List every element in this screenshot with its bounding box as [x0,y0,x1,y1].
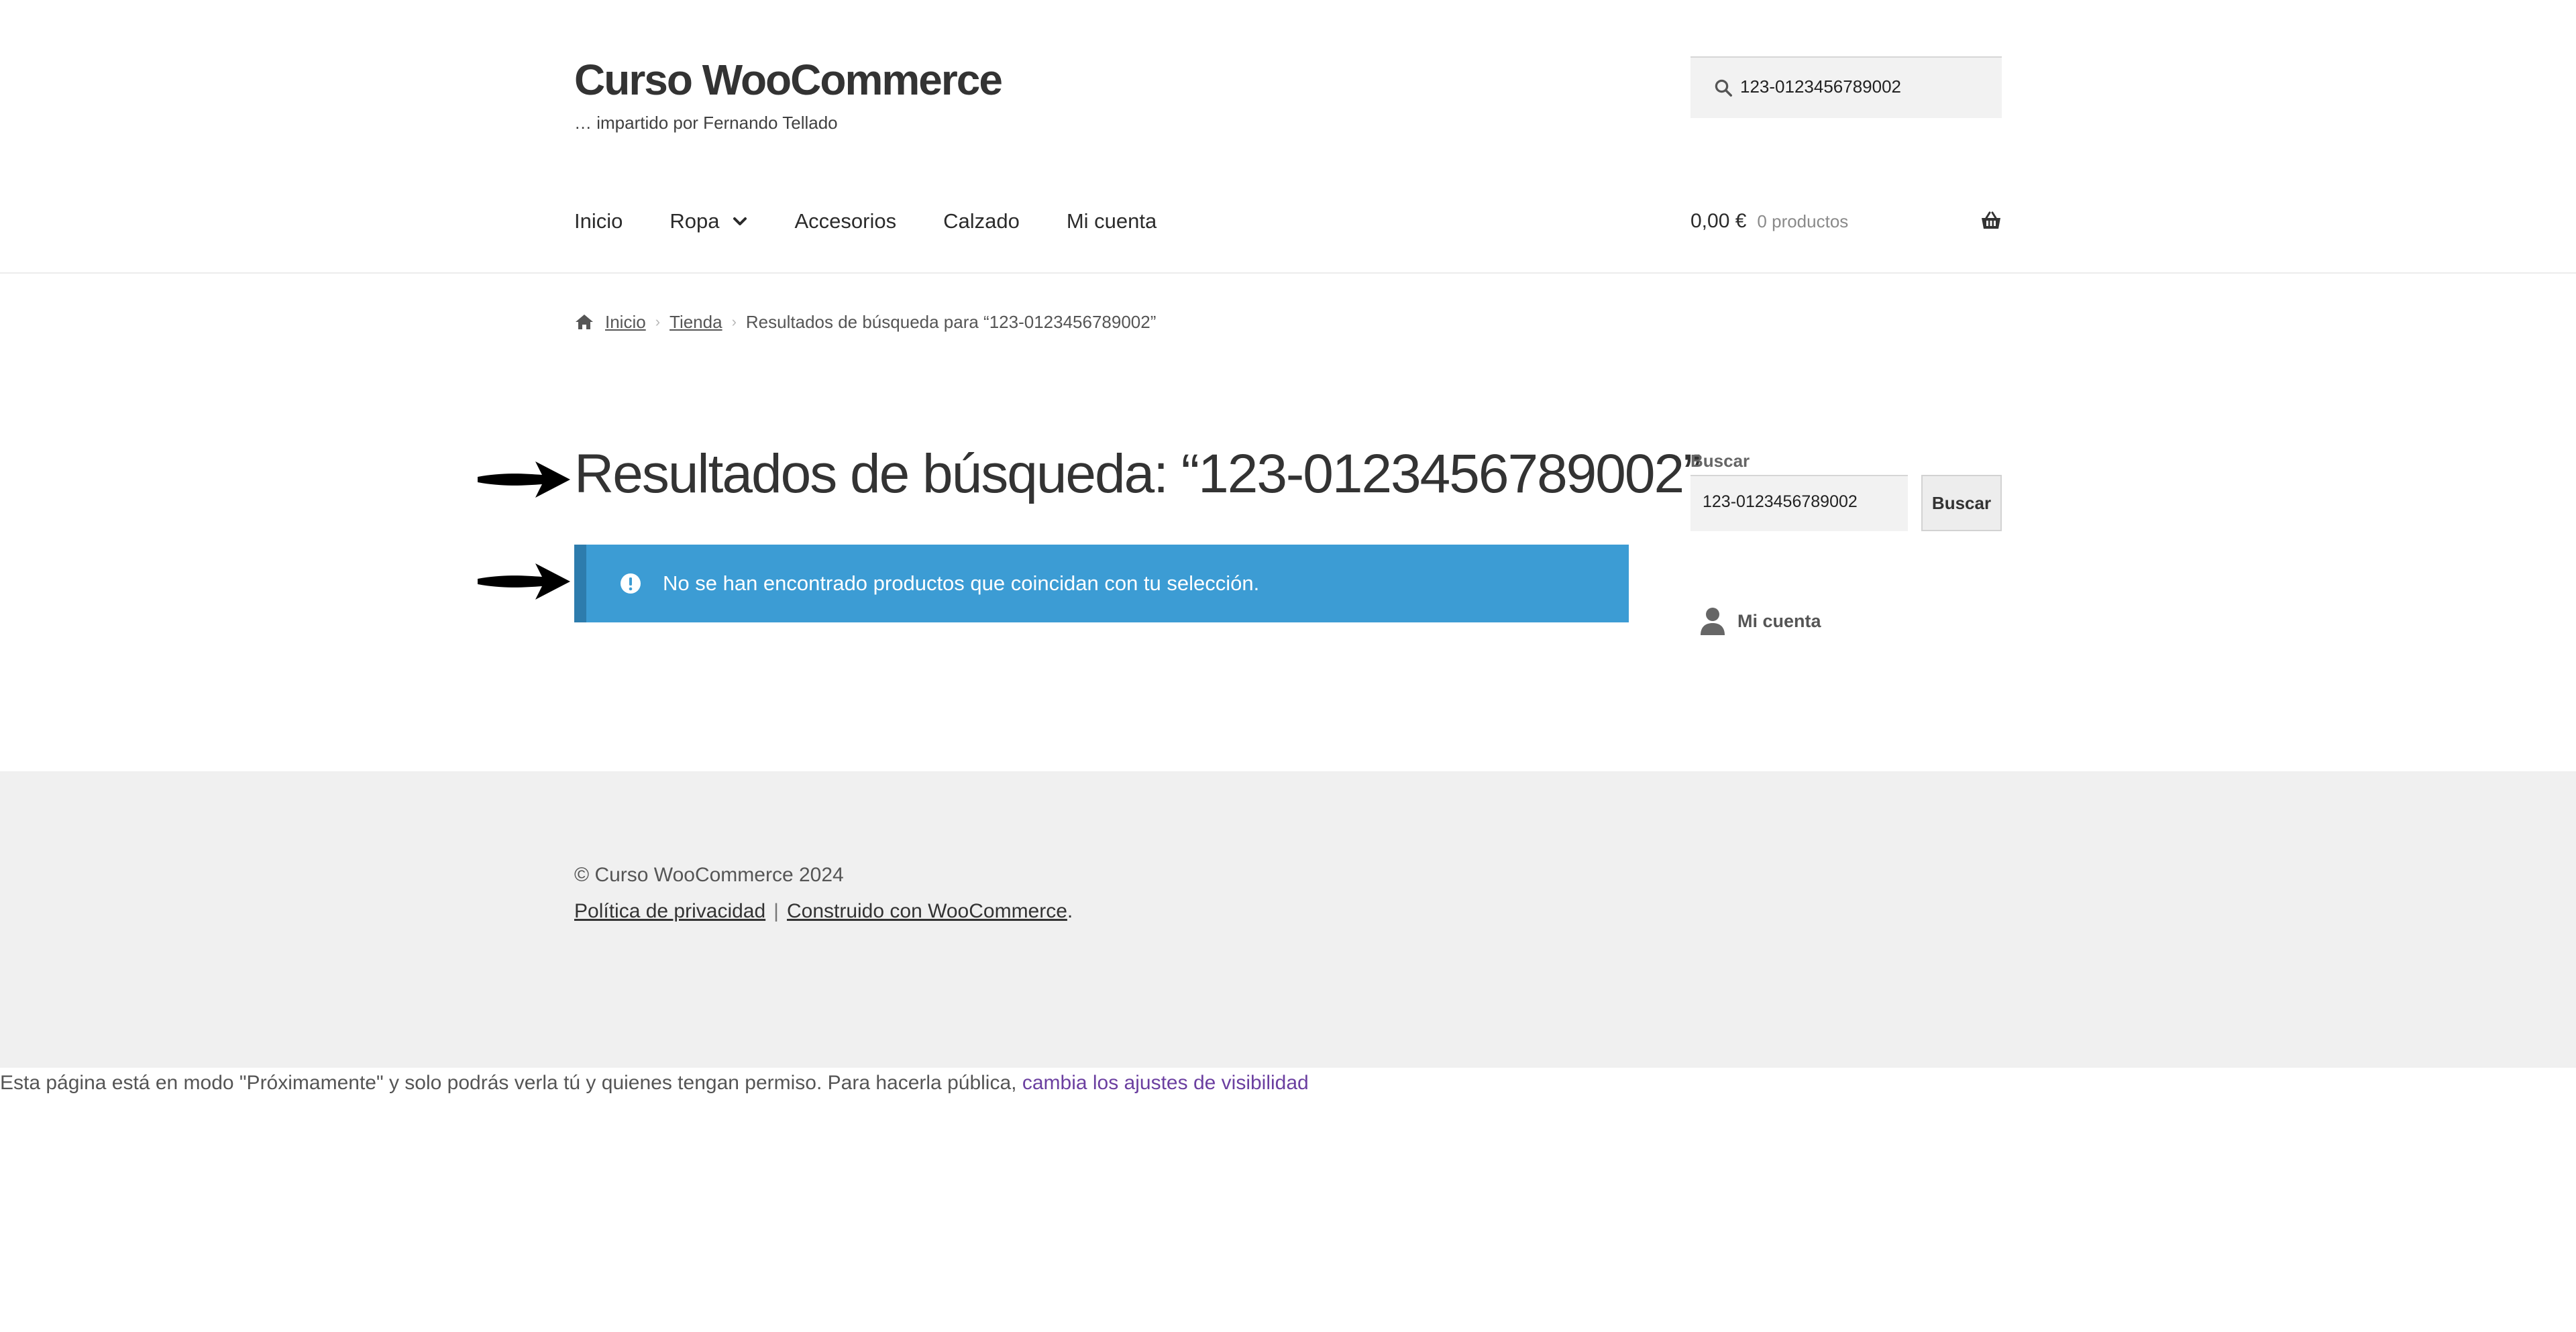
nav-item-label: Inicio [574,209,623,233]
nav-item-calzado[interactable]: Calzado [943,209,1020,233]
search-icon [1715,79,1732,97]
notice-message: No se han encontrado productos que coinc… [663,571,1260,595]
sidebar-search-label: Buscar [1690,451,1750,471]
chevron-down-icon [733,217,747,225]
arrow-right-icon [478,563,570,600]
breadcrumb-shop-link[interactable]: Tienda [669,312,722,333]
breadcrumb: Inicio › Tienda › Resultados de búsqueda… [574,309,1156,335]
nav-item-mi-cuenta[interactable]: Mi cuenta [1067,209,1157,233]
nav-item-accesorios[interactable]: Accesorios [794,209,896,233]
nav-item-ropa[interactable]: Ropa [669,209,747,233]
nav-item-label: Accesorios [794,209,897,233]
breadcrumb-separator: › [731,313,737,330]
header-search-value: 123-0123456789002 [1740,76,1902,97]
coming-soon-text: Esta página está en modo "Próximamente" … [0,1072,1022,1094]
site-title[interactable]: Curso WooCommerce [574,55,1003,105]
page-title: Resultados de búsqueda: “123-01234567890… [574,443,1701,504]
site-description: … impartido por Fernando Tellado [574,113,838,133]
header-search-input[interactable]: 123-0123456789002 [1690,56,2002,118]
footer-period: . [1067,900,1073,922]
footer-copyright: © Curso WooCommerce 2024 [574,864,844,886]
header-cart[interactable]: 0,00 € 0 productos [1690,207,2002,236]
sidebar-account-link[interactable]: Mi cuenta [1699,606,1821,636]
footer-separator: | [773,900,779,922]
header-divider [0,272,2576,274]
account-link-label: Mi cuenta [1737,610,1821,631]
cart-amount: 0,00 € [1690,210,1747,232]
site-footer [0,771,2576,1068]
breadcrumb-separator: › [655,313,661,330]
visibility-settings-link[interactable]: cambia los ajustes de visibilidad [1022,1072,1309,1094]
exclamation-circle-icon [621,573,641,594]
user-icon [1701,608,1725,635]
arrow-right-icon [478,461,570,498]
nav-item-label: Ropa [669,209,720,233]
info-notice: No se han encontrado productos que coinc… [574,545,1629,622]
privacy-policy-link[interactable]: Política de privacidad [574,900,765,922]
nav-item-label: Calzado [943,209,1020,233]
cart-count: 0 productos [1757,211,1849,231]
coming-soon-notice: Esta página está en modo "Próximamente" … [0,1072,1309,1095]
nav-item-inicio[interactable]: Inicio [574,209,623,233]
sidebar-search-input[interactable]: 123-0123456789002 [1690,475,1908,531]
home-icon [576,315,593,329]
built-with-woocommerce-link[interactable]: Construido con WooCommerce [787,900,1067,922]
basket-icon [1982,211,2000,229]
nav-item-label: Mi cuenta [1066,209,1157,233]
sidebar-search-button[interactable]: Buscar [1921,475,2002,531]
breadcrumb-home-link[interactable]: Inicio [605,312,646,333]
breadcrumb-current: Resultados de búsqueda para “123-0123456… [745,311,1157,332]
footer-links: Política de privacidad | Construido con Wo… [574,900,1073,923]
primary-navigation: Inicio Ropa Accesorios Calzado Mi cuenta [574,207,1203,236]
